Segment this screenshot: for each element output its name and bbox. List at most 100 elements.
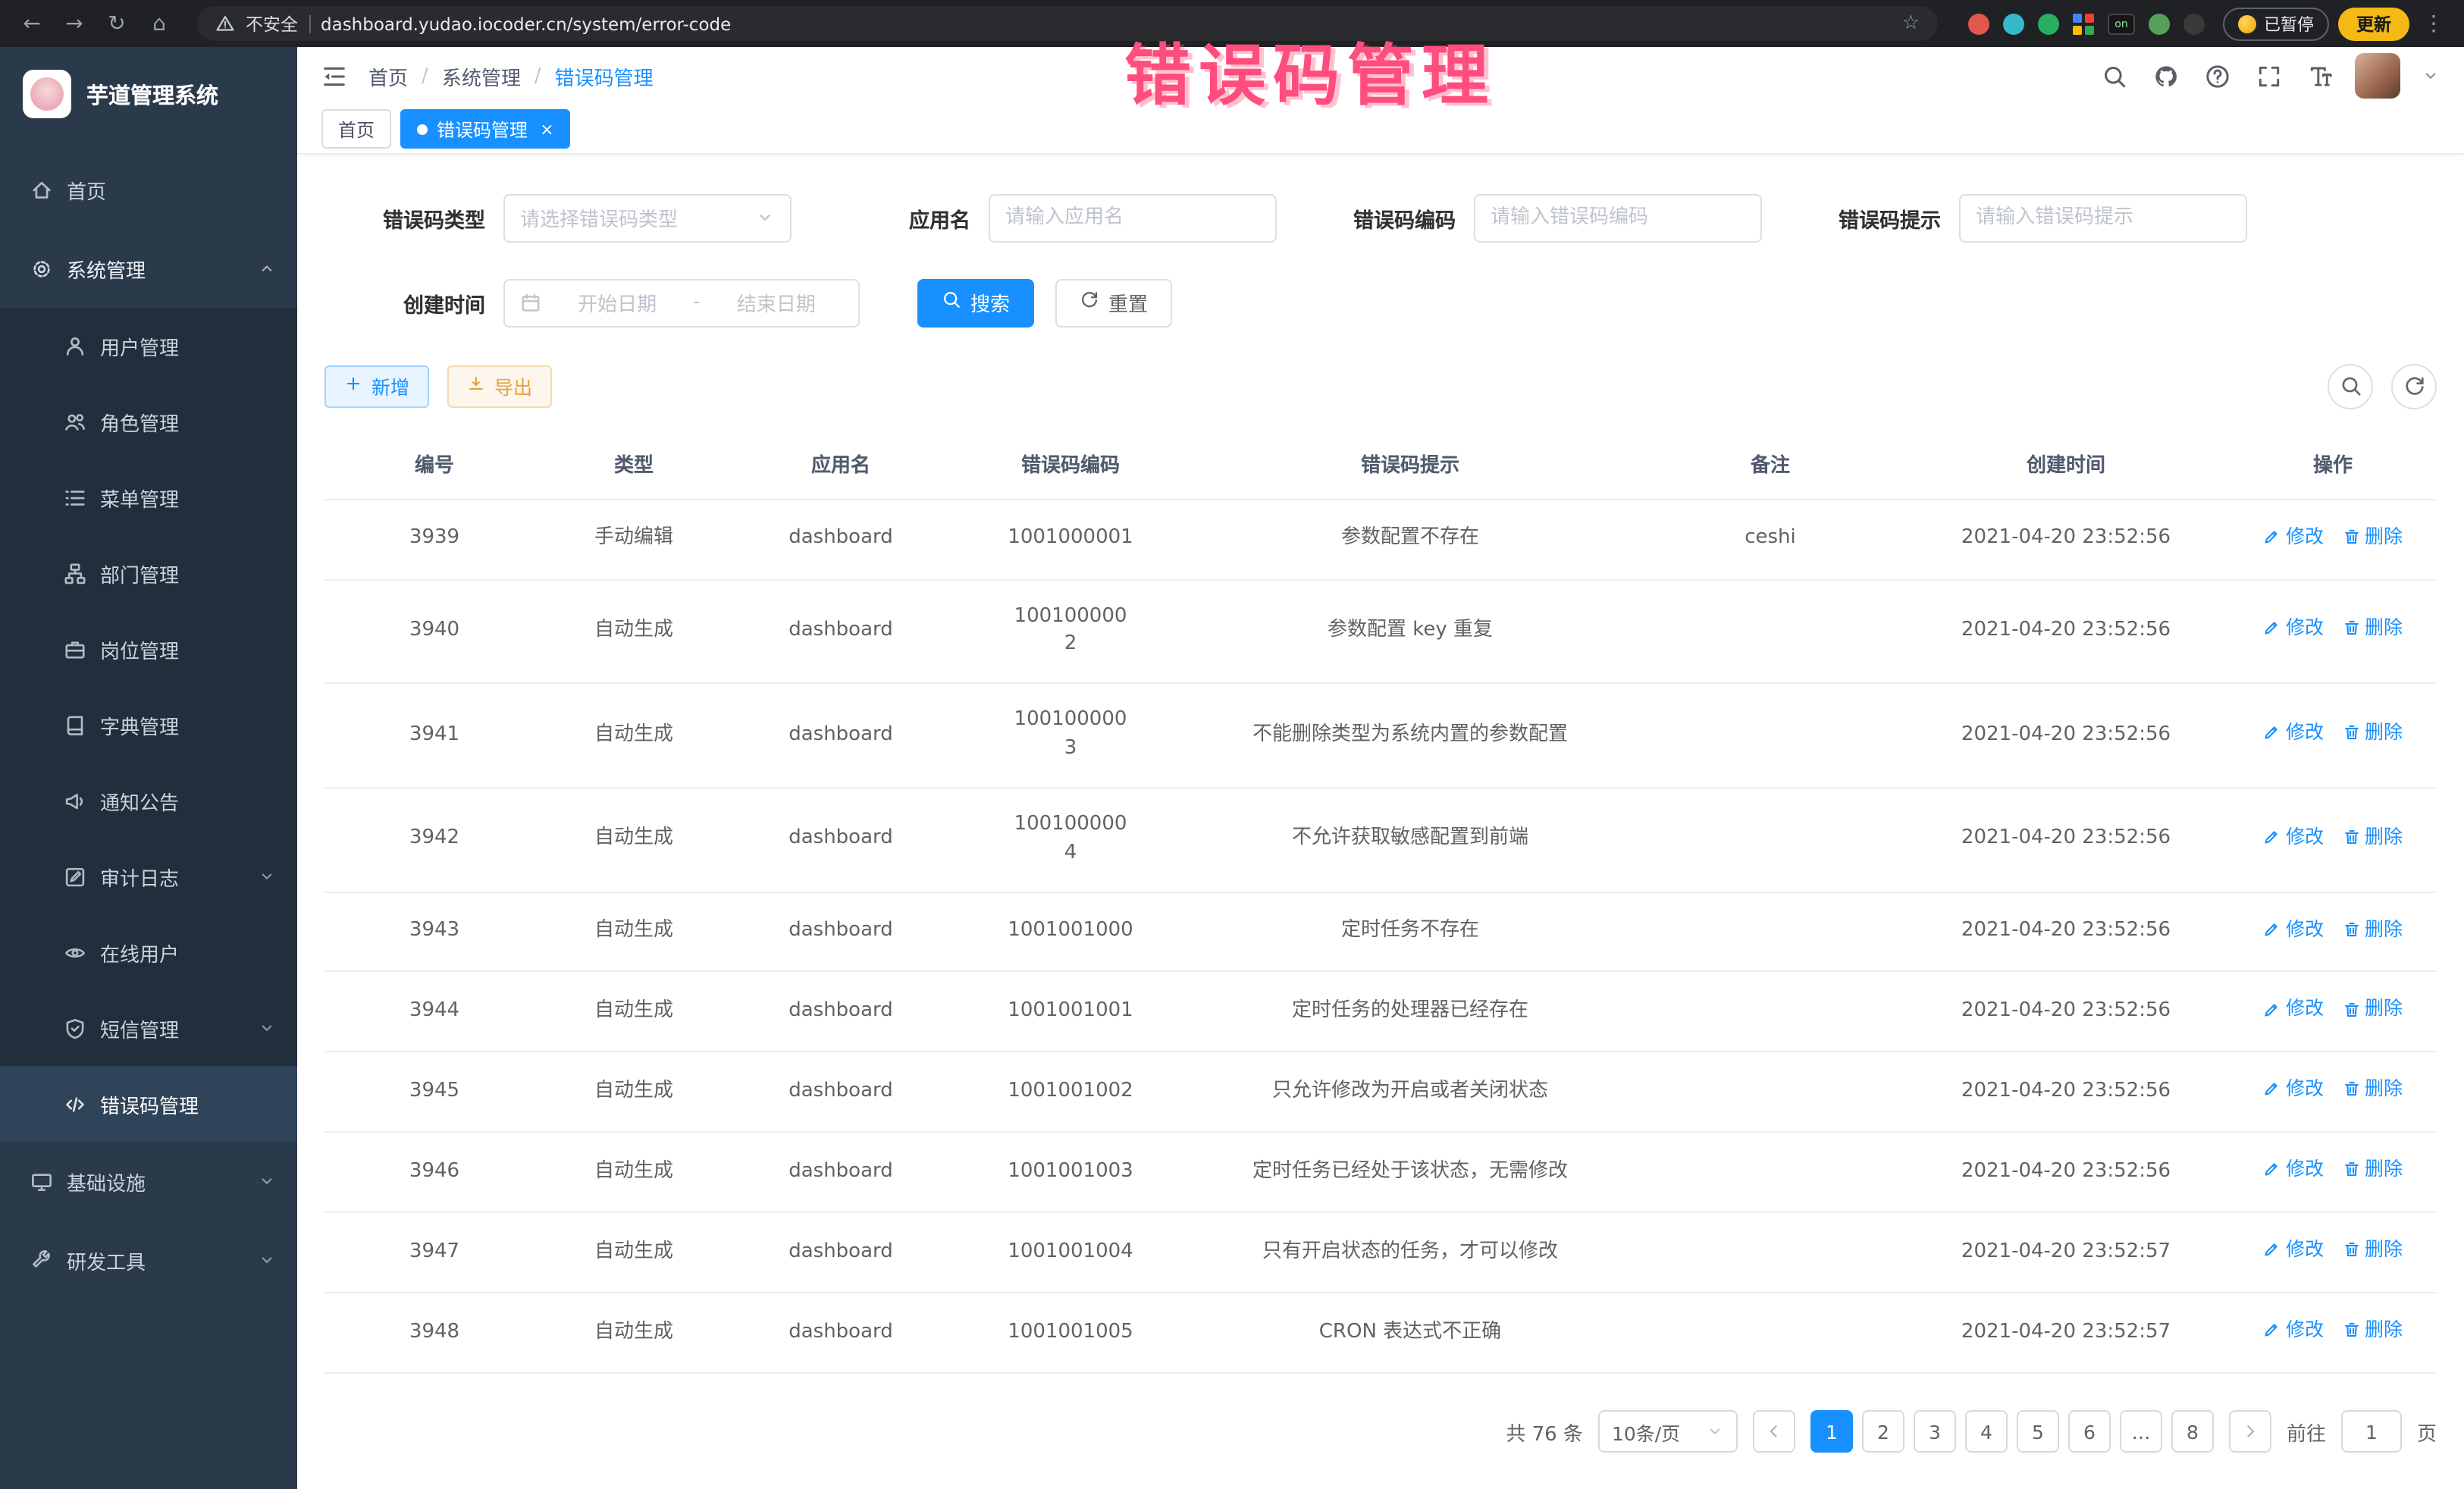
filter-input[interactable] xyxy=(1959,193,2247,242)
app-logo[interactable]: 芋道管理系统 xyxy=(0,47,297,141)
delete-link[interactable]: 删除 xyxy=(2342,1236,2403,1263)
page-button[interactable]: 8 xyxy=(2171,1410,2214,1453)
edit-link[interactable]: 修改 xyxy=(2263,719,2324,746)
table-header-row: 编号类型应用名错误码编码错误码提示备注创建时间操作 xyxy=(324,427,2437,499)
filter-row-2: 创建时间 开始日期 - 结束日期 搜索 重置 xyxy=(324,278,2437,327)
browser-reload-icon[interactable]: ↻ xyxy=(100,11,133,36)
breadcrumb-item[interactable]: 首页 xyxy=(368,62,408,91)
edit-link[interactable]: 修改 xyxy=(2263,915,2324,942)
browser-back-icon[interactable]: ← xyxy=(15,11,49,36)
breadcrumb-separator: / xyxy=(534,65,541,88)
sidebar-item[interactable]: 首页 xyxy=(0,150,297,229)
extension-icon-teal[interactable] xyxy=(2003,13,2024,34)
filter-input[interactable] xyxy=(989,193,1277,242)
extension-icon-green-check[interactable] xyxy=(2038,13,2059,34)
hamburger-icon[interactable] xyxy=(321,64,347,89)
next-page-button[interactable] xyxy=(2229,1410,2271,1453)
update-button[interactable]: 更新 xyxy=(2338,7,2409,40)
fullscreen-icon[interactable] xyxy=(2256,64,2282,89)
add-button[interactable]: 新增 xyxy=(324,365,429,407)
tab-item[interactable]: 首页 xyxy=(321,110,391,149)
user-avatar[interactable] xyxy=(2355,54,2400,99)
edit-link[interactable]: 修改 xyxy=(2263,1316,2324,1343)
edit-link[interactable]: 修改 xyxy=(2263,615,2324,642)
sidebar-item[interactable]: 短信管理 xyxy=(0,990,297,1066)
sidebar-item[interactable]: 基础设施 xyxy=(0,1142,297,1221)
sidebar-item[interactable]: 用户管理 xyxy=(0,308,297,384)
sidebar-item[interactable]: 字典管理 xyxy=(0,687,297,763)
search-button[interactable]: 搜索 xyxy=(917,278,1034,327)
delete-link[interactable]: 删除 xyxy=(2342,995,2403,1023)
address-bar[interactable]: 不安全 dashboard.yudao.iocoder.cn/system/er… xyxy=(197,6,1938,41)
tab-item-active[interactable]: 错误码管理× xyxy=(400,110,570,149)
page-button[interactable]: 2 xyxy=(1862,1410,1904,1453)
page-button[interactable]: 4 xyxy=(1965,1410,2008,1453)
filter-input[interactable] xyxy=(1474,193,1762,242)
table-cell: 2021-04-20 23:52:57 xyxy=(1903,1212,2229,1293)
page-size-select[interactable]: 10条/页 xyxy=(1598,1410,1738,1453)
delete-link[interactable]: 删除 xyxy=(2342,615,2403,642)
delete-link[interactable]: 删除 xyxy=(2342,1076,2403,1103)
filter-select[interactable]: 请选择错误码类型 xyxy=(503,193,792,242)
breadcrumb-item[interactable]: 系统管理 xyxy=(442,62,521,91)
font-size-icon[interactable] xyxy=(2308,64,2334,89)
delete-link[interactable]: 删除 xyxy=(2342,915,2403,942)
extension-icon-leaf[interactable] xyxy=(2149,13,2170,34)
paused-badge[interactable]: 已暂停 xyxy=(2223,7,2329,40)
download-icon xyxy=(467,375,485,397)
avatar-caret-icon[interactable] xyxy=(2422,67,2440,86)
help-icon[interactable] xyxy=(2205,64,2230,89)
table-cell: 自动生成 xyxy=(544,788,723,892)
delete-link[interactable]: 删除 xyxy=(2342,823,2403,851)
refresh-icon[interactable] xyxy=(2391,363,2437,409)
edit-link[interactable]: 修改 xyxy=(2263,522,2324,550)
browser-home-icon[interactable]: ⌂ xyxy=(143,11,176,36)
browser-forward-icon[interactable]: → xyxy=(58,11,91,36)
edit-link[interactable]: 修改 xyxy=(2263,1156,2324,1183)
bookmark-star-icon[interactable]: ☆ xyxy=(1902,12,1920,35)
github-icon[interactable] xyxy=(2153,64,2179,89)
sidebar-item-active[interactable]: 错误码管理 xyxy=(0,1066,297,1142)
browser-menu-icon[interactable]: ⋮ xyxy=(2419,11,2449,36)
sidebar-item[interactable]: 研发工具 xyxy=(0,1221,297,1299)
date-range-picker[interactable]: 开始日期 - 结束日期 xyxy=(503,278,860,327)
export-button[interactable]: 导出 xyxy=(447,365,552,407)
page-button[interactable]: 1 xyxy=(1810,1410,1853,1453)
tab-close-icon[interactable]: × xyxy=(540,120,553,139)
table-cell: dashboard xyxy=(723,1133,958,1213)
apps-grid-extension-icon[interactable] xyxy=(2073,13,2094,34)
chevron-down-icon xyxy=(258,867,276,886)
sidebar-item[interactable]: 审计日志 xyxy=(0,839,297,914)
edit-link[interactable]: 修改 xyxy=(2263,995,2324,1023)
table-cell: 2021-04-20 23:52:56 xyxy=(1903,683,2229,787)
delete-link[interactable]: 删除 xyxy=(2342,719,2403,746)
sidebar-item[interactable]: 菜单管理 xyxy=(0,459,297,535)
sidebar-item[interactable]: 部门管理 xyxy=(0,535,297,611)
extension-icon-red[interactable] xyxy=(1968,13,1989,34)
table-toolbar: 新增 导出 xyxy=(324,363,2437,409)
sidebar-item[interactable]: 岗位管理 xyxy=(0,611,297,687)
search-icon[interactable] xyxy=(2102,64,2127,89)
sidebar-item[interactable]: 角色管理 xyxy=(0,384,297,459)
sidebar-item[interactable]: 通知公告 xyxy=(0,763,297,839)
edit-link[interactable]: 修改 xyxy=(2263,823,2324,851)
goto-page-input[interactable] xyxy=(2341,1410,2402,1453)
page-button[interactable]: 5 xyxy=(2017,1410,2059,1453)
search-toggle-icon[interactable] xyxy=(2328,363,2373,409)
delete-link[interactable]: 删除 xyxy=(2342,1156,2403,1183)
edit-link[interactable]: 修改 xyxy=(2263,1236,2324,1263)
delete-link[interactable]: 删除 xyxy=(2342,1316,2403,1343)
prev-page-button[interactable] xyxy=(1753,1410,1795,1453)
extension-icon-on-switch[interactable]: on xyxy=(2108,13,2135,34)
page-button[interactable]: 6 xyxy=(2068,1410,2111,1453)
sidebar-item[interactable]: 系统管理 xyxy=(0,229,297,308)
sidebar-item[interactable]: 在线用户 xyxy=(0,914,297,990)
breadcrumb-item[interactable]: 错误码管理 xyxy=(555,62,654,91)
delete-link[interactable]: 删除 xyxy=(2342,522,2403,550)
page-ellipsis[interactable]: … xyxy=(2120,1410,2162,1453)
table-cell: 2021-04-20 23:52:56 xyxy=(1903,1133,2229,1213)
edit-link[interactable]: 修改 xyxy=(2263,1076,2324,1103)
reset-button[interactable]: 重置 xyxy=(1055,278,1172,327)
page-button[interactable]: 3 xyxy=(1914,1410,1956,1453)
extension-icon-dark[interactable] xyxy=(2183,13,2205,34)
